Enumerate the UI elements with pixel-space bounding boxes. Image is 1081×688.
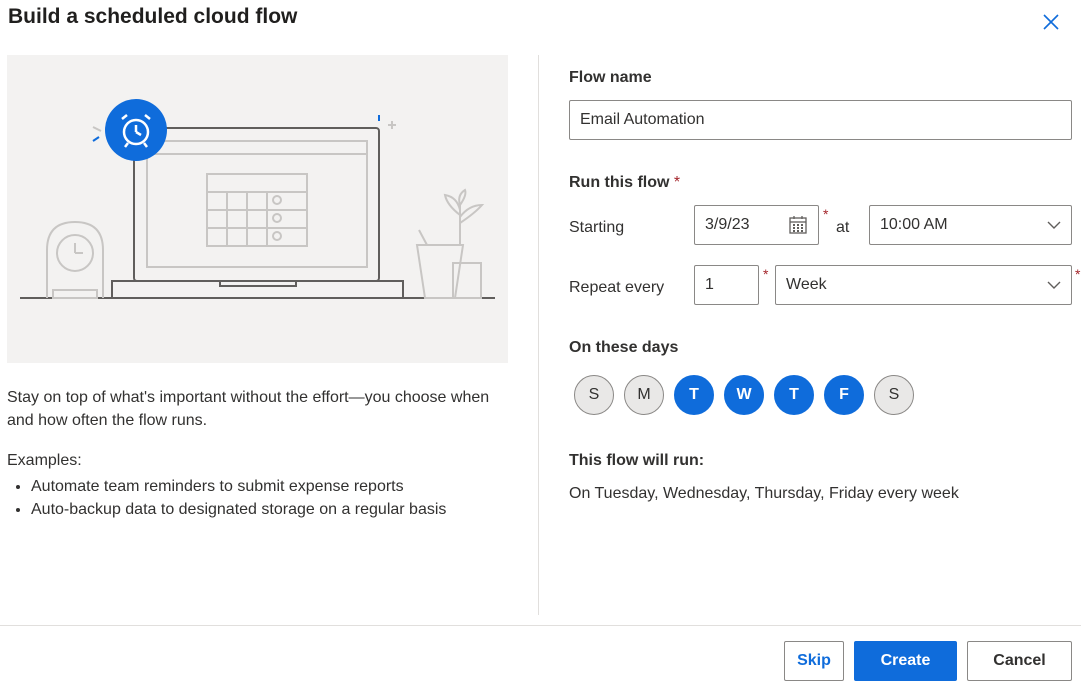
list-item: Automate team reminders to submit expens…	[31, 475, 446, 498]
day-toggle-wednesday[interactable]: W	[724, 375, 764, 415]
day-toggle-thursday[interactable]: T	[774, 375, 814, 415]
vertical-divider	[538, 55, 539, 615]
required-mark: *	[763, 266, 769, 282]
plant-graphic	[415, 188, 485, 299]
table-clock-graphic	[46, 220, 104, 299]
required-mark: *	[823, 206, 829, 222]
create-button[interactable]: Create	[854, 641, 957, 681]
repeat-label: Repeat every	[569, 279, 665, 296]
close-icon	[1043, 14, 1059, 30]
skip-button[interactable]: Skip	[784, 641, 844, 681]
starting-label: Starting	[569, 219, 625, 236]
list-item: Auto-backup data to designated storage o…	[31, 498, 446, 521]
cancel-button[interactable]: Cancel	[967, 641, 1072, 681]
required-mark: *	[1075, 266, 1081, 282]
summary-label: This flow will run:	[569, 452, 705, 469]
at-label: at	[836, 219, 850, 236]
start-time-dropdown[interactable]: 10:00 AM	[869, 205, 1072, 245]
close-button[interactable]	[1040, 11, 1062, 33]
day-toggle-tuesday[interactable]: T	[674, 375, 714, 415]
days-label: On these days	[569, 339, 679, 356]
summary-text: On Tuesday, Wednesday, Thursday, Friday …	[569, 485, 959, 502]
footer-divider	[0, 625, 1081, 626]
examples-list: Automate team reminders to submit expens…	[7, 475, 446, 521]
run-flow-label-text: Run this flow	[569, 174, 670, 191]
day-toggle-sunday[interactable]: S	[574, 375, 614, 415]
repeat-unit-value: Week	[786, 276, 827, 293]
day-toggle-friday[interactable]: F	[824, 375, 864, 415]
flow-name-input[interactable]: Email Automation	[569, 100, 1072, 140]
chevron-down-icon	[1047, 221, 1061, 229]
start-date-value: 3/9/23	[705, 216, 750, 233]
repeat-interval-value: 1	[705, 276, 714, 293]
dialog-description: Stay on top of what's important without …	[7, 389, 490, 429]
start-date-picker[interactable]: 3/9/23	[694, 205, 819, 245]
flow-name-value: Email Automation	[580, 111, 705, 128]
examples-label: Examples:	[7, 452, 82, 469]
required-mark: *	[673, 174, 681, 191]
repeat-interval-input[interactable]: 1	[694, 265, 759, 305]
day-toggle-saturday[interactable]: S	[874, 375, 914, 415]
alarm-clock-icon	[105, 99, 167, 161]
chevron-down-icon	[1047, 281, 1061, 289]
repeat-unit-dropdown[interactable]: Week	[775, 265, 1072, 305]
run-flow-label: Run this flow *	[569, 174, 680, 192]
flow-name-label: Flow name	[569, 69, 652, 86]
day-picker: S M T W T F S	[574, 375, 914, 415]
illustration	[7, 55, 508, 363]
day-toggle-monday[interactable]: M	[624, 375, 664, 415]
dialog-title: Build a scheduled cloud flow	[8, 5, 298, 28]
start-time-value: 10:00 AM	[880, 216, 948, 233]
calendar-icon[interactable]	[788, 215, 808, 235]
